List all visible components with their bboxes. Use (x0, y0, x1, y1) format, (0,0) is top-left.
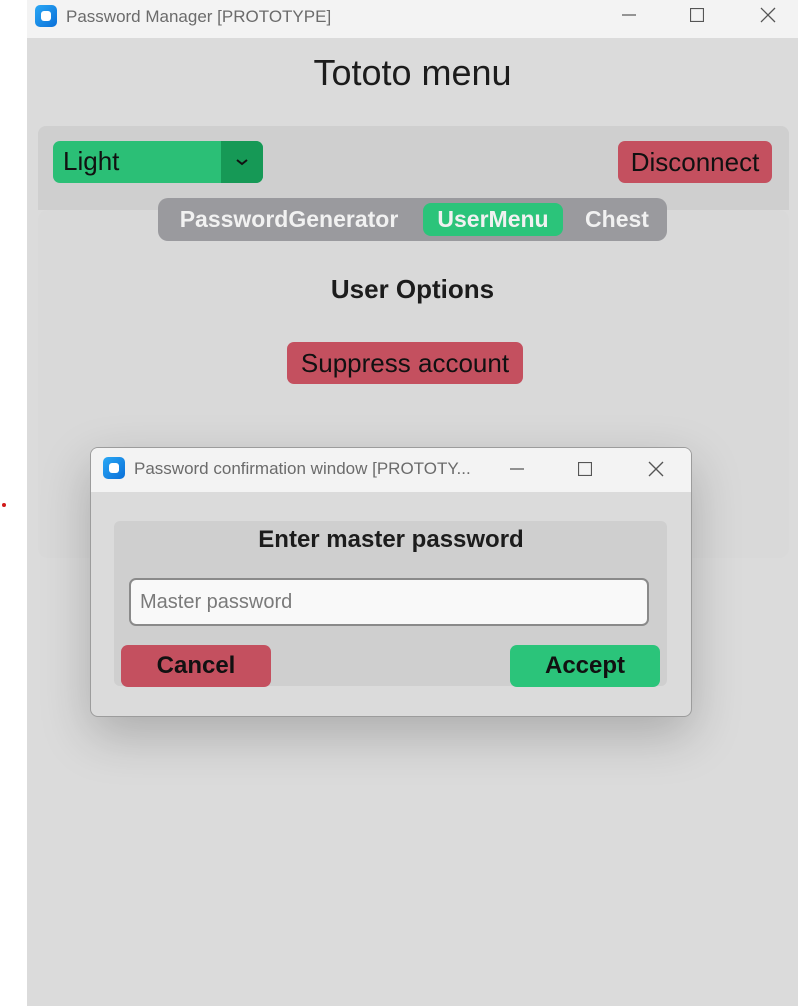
dialog-app-icon (103, 457, 125, 479)
tab-chest[interactable]: Chest (572, 203, 662, 236)
chevron-down-icon[interactable] (221, 141, 263, 183)
dialog-close-icon[interactable] (636, 454, 676, 484)
master-password-input[interactable] (129, 578, 649, 626)
accept-button[interactable]: Accept (510, 645, 660, 687)
theme-dropdown-value: Light (63, 146, 120, 176)
minimize-icon[interactable] (609, 0, 649, 30)
maximize-icon[interactable] (677, 0, 717, 30)
disconnect-button[interactable]: Disconnect (618, 141, 772, 183)
tab-password-generator[interactable]: PasswordGenerator (165, 203, 413, 236)
app-icon (35, 5, 57, 27)
section-title: User Options (330, 274, 495, 304)
title-bar: Password Manager [PROTOTYPE] (27, 0, 798, 38)
menu-title: Tototo menu (313, 52, 512, 93)
dialog-title-bar: Password confirmation window [PROTOTY... (91, 448, 691, 492)
dialog-heading: Enter master password (258, 526, 524, 553)
dialog-minimize-icon[interactable] (497, 454, 537, 484)
dialog-title: Password confirmation window [PROTOTY... (134, 459, 471, 478)
stray-red-dot (2, 503, 6, 507)
suppress-account-button[interactable]: Suppress account (287, 342, 523, 384)
dialog-maximize-icon[interactable] (565, 454, 605, 484)
tab-bar: PasswordGenerator UserMenu Chest (158, 198, 667, 241)
password-confirmation-dialog: Password confirmation window [PROTOTY...… (90, 447, 692, 717)
cancel-button[interactable]: Cancel (121, 645, 271, 687)
window-title: Password Manager [PROTOTYPE] (66, 7, 332, 26)
theme-dropdown[interactable]: Light (53, 141, 263, 183)
close-icon[interactable] (748, 0, 788, 30)
tab-user-menu[interactable]: UserMenu (423, 203, 563, 236)
